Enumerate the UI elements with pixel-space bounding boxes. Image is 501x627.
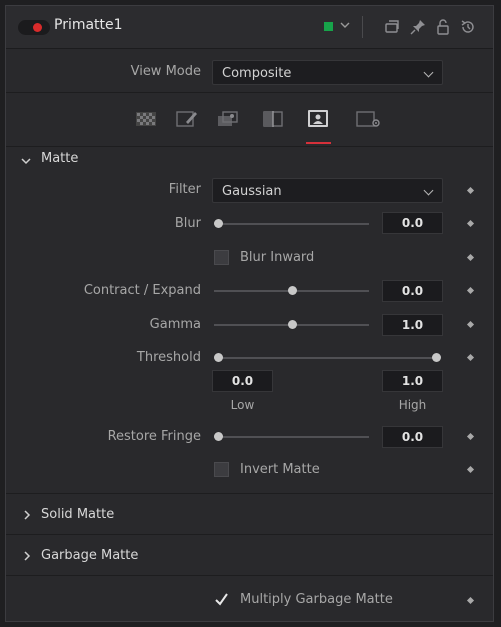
color-swatch[interactable] [324, 22, 333, 31]
contract-expand-label: Contract / Expand [83, 283, 201, 298]
tab-bar [6, 92, 493, 147]
matte-section-toggle[interactable] [20, 152, 32, 171]
keyframe-diamond-icon[interactable] [466, 219, 475, 228]
spill-tab-icon[interactable] [217, 110, 239, 128]
chevron-right-icon [24, 510, 31, 520]
contract-expand-slider-knob[interactable] [287, 286, 297, 295]
filter-dropdown[interactable]: Gaussian [212, 178, 443, 203]
restore-fringe-value-field[interactable]: 0.0 [382, 426, 443, 448]
gamma-label: Gamma [149, 317, 201, 332]
pin-icon[interactable] [409, 18, 427, 36]
matte-tab-icon[interactable] [307, 109, 329, 127]
lock-icon[interactable] [434, 18, 452, 36]
keyframe-diamond-icon[interactable] [466, 286, 475, 295]
checkmark-icon [215, 593, 228, 606]
header-divider [362, 16, 363, 38]
restore-fringe-label: Restore Fringe [107, 429, 201, 444]
keyframe-diamond-icon[interactable] [466, 253, 475, 262]
filter-value: Gaussian [222, 184, 282, 199]
reset-icon[interactable] [459, 18, 477, 36]
solid-matte-section[interactable]: Solid Matte [6, 493, 493, 534]
chevron-right-icon [24, 551, 31, 561]
versions-icon[interactable] [383, 18, 401, 36]
checker-tab-icon[interactable] [135, 110, 157, 128]
keyframe-diamond-icon[interactable] [466, 186, 475, 195]
blur-value-field[interactable]: 0.0 [382, 212, 443, 234]
section-divider [6, 575, 493, 576]
chevron-down-icon [423, 67, 434, 78]
tool-title: Primatte1 [54, 17, 123, 33]
threshold-high-label: High [398, 398, 427, 412]
threshold-high-knob[interactable] [432, 353, 441, 362]
threshold-range-track[interactable] [214, 357, 438, 359]
view-mode-dropdown[interactable]: Composite [212, 60, 443, 85]
view-mode-value: Composite [222, 66, 292, 81]
tool-enable-toggle[interactable] [18, 20, 50, 35]
garbage-matte-section[interactable]: Garbage Matte [6, 534, 493, 575]
inspector-panel: Primatte1 View Mode Composite Matte Filt… [5, 5, 494, 622]
blur-slider-knob[interactable] [214, 219, 223, 228]
gamma-slider-knob[interactable] [287, 320, 297, 329]
threshold-low-field[interactable]: 0.0 [212, 370, 273, 392]
paint-tab-icon[interactable] [176, 110, 198, 128]
blur-label: Blur [174, 216, 201, 231]
threshold-low-knob[interactable] [214, 353, 223, 362]
chevron-down-icon [21, 158, 31, 165]
blur-slider-track[interactable] [214, 223, 369, 225]
keyframe-diamond-icon[interactable] [466, 465, 475, 474]
restore-fringe-slider-knob[interactable] [214, 432, 223, 441]
solid-matte-title: Solid Matte [41, 507, 115, 522]
active-tab-indicator [306, 142, 331, 144]
threshold-label: Threshold [136, 350, 201, 365]
blur-inward-label: Blur Inward [240, 250, 315, 265]
invert-matte-label: Invert Matte [240, 462, 320, 477]
keyframe-diamond-icon[interactable] [466, 353, 475, 362]
enable-dot-icon [33, 23, 42, 32]
matte-section-title: Matte [41, 151, 79, 166]
gamma-value-field[interactable]: 1.0 [382, 314, 443, 336]
restore-fringe-slider-track[interactable] [214, 436, 369, 438]
multiply-garbage-matte-checkbox[interactable] [214, 592, 229, 607]
contract-expand-value-field[interactable]: 0.0 [382, 280, 443, 302]
multiply-garbage-matte-label: Multiply Garbage Matte [240, 592, 393, 607]
tool-header: Primatte1 [6, 6, 493, 49]
threshold-low-label: Low [230, 398, 255, 412]
keyframe-diamond-icon[interactable] [466, 596, 475, 605]
keyframe-diamond-icon[interactable] [466, 432, 475, 441]
invert-matte-checkbox[interactable] [214, 462, 229, 477]
threshold-high-field[interactable]: 1.0 [382, 370, 443, 392]
garbage-matte-title: Garbage Matte [41, 548, 139, 563]
view-mode-label: View Mode [130, 64, 201, 79]
keyframe-diamond-icon[interactable] [466, 320, 475, 329]
chevron-down-icon [423, 185, 434, 196]
compare-tab-icon[interactable] [262, 110, 284, 128]
chevron-down-icon[interactable] [340, 20, 350, 33]
blur-inward-checkbox[interactable] [214, 250, 229, 265]
filter-label: Filter [168, 182, 201, 197]
settings-tab-icon[interactable] [356, 110, 380, 128]
